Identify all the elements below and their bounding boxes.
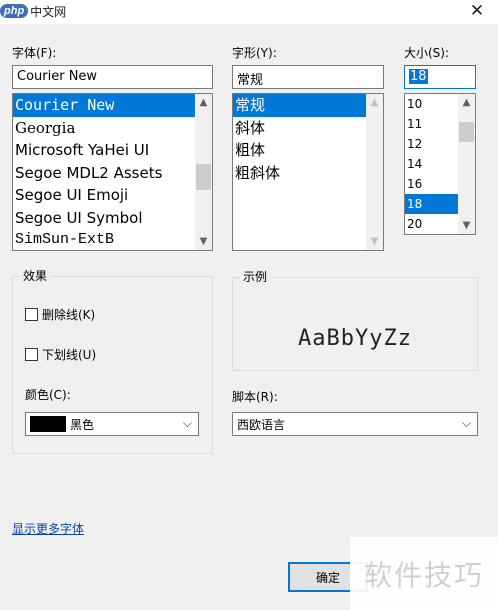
font-list-item[interactable]: SimSun-ExtB bbox=[13, 229, 195, 250]
sample-title: 示例 bbox=[240, 268, 271, 285]
size-list-item[interactable]: 20 bbox=[405, 214, 458, 234]
sample-box: AaBbYyZz bbox=[232, 277, 478, 371]
site-logo: php 中文网 bbox=[0, 0, 66, 22]
size-list-item[interactable]: 12 bbox=[405, 134, 458, 154]
font-list-item[interactable]: Georgia bbox=[13, 117, 195, 140]
scroll-down-icon[interactable]: ▼ bbox=[366, 233, 383, 250]
script-select[interactable]: 西欧语言 ⌵ bbox=[232, 412, 478, 436]
style-list-items: 常规 斜体 粗体 粗斜体 bbox=[233, 94, 366, 250]
strikeout-checkbox[interactable] bbox=[25, 308, 38, 321]
underline-label: 下划线(U) bbox=[42, 348, 97, 362]
style-list-scrollbar[interactable]: ▲ ▼ bbox=[366, 94, 383, 250]
font-label: 字体(F): bbox=[12, 46, 57, 60]
size-input[interactable]: 18 bbox=[404, 65, 476, 89]
logo-badge: php bbox=[0, 4, 29, 18]
style-list-item[interactable]: 粗体 bbox=[233, 139, 366, 162]
watermark-overlay: 软件技巧 bbox=[350, 537, 498, 610]
color-label: 颜色(C): bbox=[25, 388, 71, 402]
more-fonts-link[interactable]: 显示更多字体 bbox=[12, 520, 84, 537]
chevron-down-icon: ⌵ bbox=[461, 416, 471, 430]
logo-text: 中文网 bbox=[30, 4, 67, 19]
size-label: 大小(S): bbox=[404, 46, 450, 60]
underline-checkbox[interactable] bbox=[25, 348, 38, 361]
color-value: 黑色 bbox=[70, 417, 95, 432]
font-list-item[interactable]: Segoe UI Emoji bbox=[13, 184, 195, 207]
scroll-down-icon[interactable]: ▼ bbox=[458, 217, 475, 234]
size-list-item[interactable]: 10 bbox=[405, 94, 458, 114]
font-list-items: Courier New Georgia Microsoft YaHei UI Sego… bbox=[13, 94, 195, 250]
font-list-item[interactable]: Segoe MDL2 Assets bbox=[13, 162, 195, 185]
scroll-thumb[interactable] bbox=[459, 122, 474, 142]
font-input[interactable]: Courier New bbox=[12, 65, 213, 89]
size-list-scrollbar[interactable]: ▲ ▼ bbox=[458, 94, 475, 234]
script-value: 西欧语言 bbox=[237, 417, 286, 432]
style-list-item[interactable]: 粗斜体 bbox=[233, 162, 366, 185]
title-bar: php 中文网 ✕ bbox=[0, 0, 498, 24]
font-list-item[interactable]: Courier New bbox=[13, 94, 195, 117]
size-list[interactable]: 10 11 12 14 16 18 20 ▲ ▼ bbox=[404, 93, 476, 235]
size-list-items: 10 11 12 14 16 18 20 bbox=[405, 94, 458, 234]
color-swatch bbox=[30, 416, 66, 432]
style-label: 字形(Y): bbox=[232, 46, 277, 60]
close-icon[interactable]: ✕ bbox=[462, 0, 492, 22]
scroll-down-icon[interactable]: ▼ bbox=[195, 233, 212, 250]
size-list-item[interactable]: 11 bbox=[405, 114, 458, 134]
size-list-item[interactable]: 18 bbox=[405, 194, 458, 214]
strikeout-label: 删除线(K) bbox=[42, 308, 96, 322]
font-list-scrollbar[interactable]: ▲ ▼ bbox=[195, 94, 212, 250]
script-label: 脚本(R): bbox=[232, 390, 278, 404]
scroll-up-icon[interactable]: ▲ bbox=[195, 94, 212, 111]
scroll-thumb[interactable] bbox=[196, 164, 211, 190]
sample-text: AaBbYyZz bbox=[298, 326, 412, 351]
effects-title: 效果 bbox=[20, 267, 51, 284]
style-list-item[interactable]: 常规 bbox=[233, 94, 366, 117]
size-input-value: 18 bbox=[409, 69, 428, 84]
style-list-item[interactable]: 斜体 bbox=[233, 117, 366, 140]
style-input[interactable]: 常规 bbox=[232, 65, 384, 89]
size-list-item[interactable]: 14 bbox=[405, 154, 458, 174]
font-list-item[interactable]: Microsoft YaHei UI bbox=[13, 139, 195, 162]
font-list-item[interactable]: Segoe UI Symbol bbox=[13, 207, 195, 230]
size-list-item[interactable]: 16 bbox=[405, 174, 458, 194]
color-select[interactable]: 黑色 ⌵ bbox=[25, 412, 199, 436]
scroll-up-icon[interactable]: ▲ bbox=[458, 94, 475, 111]
scroll-up-icon[interactable]: ▲ bbox=[366, 94, 383, 111]
font-list[interactable]: Courier New Georgia Microsoft YaHei UI Sego… bbox=[12, 93, 213, 251]
style-list[interactable]: 常规 斜体 粗体 粗斜体 ▲ ▼ bbox=[232, 93, 384, 251]
chevron-down-icon: ⌵ bbox=[182, 416, 192, 430]
underline-checkbox-row[interactable]: 下划线(U) bbox=[25, 346, 96, 363]
strikeout-checkbox-row[interactable]: 删除线(K) bbox=[25, 306, 95, 323]
